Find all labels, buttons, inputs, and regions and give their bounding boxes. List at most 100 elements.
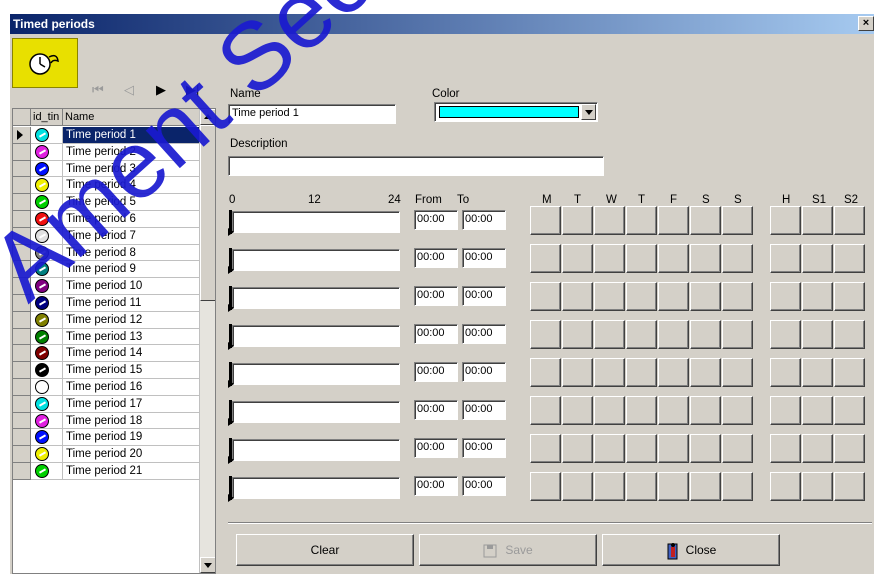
- to-time-input[interactable]: 00:00: [462, 324, 506, 344]
- to-time-input[interactable]: 00:00: [462, 286, 506, 306]
- slider-track[interactable]: [232, 439, 400, 461]
- from-time-input[interactable]: 00:00: [414, 362, 458, 382]
- slider-handle[interactable]: [228, 210, 234, 236]
- special-day-toggle-button[interactable]: [802, 396, 833, 425]
- row-indicator[interactable]: [13, 227, 31, 245]
- row-indicator[interactable]: [13, 194, 31, 211]
- time-range-slider[interactable]: [228, 286, 400, 312]
- grid-row[interactable]: Time period 19: [13, 429, 199, 447]
- grid-row[interactable]: Time period 18: [13, 412, 199, 430]
- day-toggle-button[interactable]: [562, 206, 593, 235]
- grid-row[interactable]: Time period 2: [13, 143, 199, 161]
- grid-row[interactable]: Time period 14: [13, 345, 199, 363]
- row-indicator[interactable]: [13, 446, 31, 463]
- grid-row[interactable]: Time period 9: [13, 261, 199, 279]
- day-toggle-button[interactable]: [562, 358, 593, 387]
- day-toggle-button[interactable]: [722, 472, 753, 501]
- day-toggle-button[interactable]: [530, 396, 561, 425]
- day-toggle-button[interactable]: [690, 320, 721, 349]
- special-day-toggle-button[interactable]: [770, 434, 801, 463]
- special-day-toggle-button[interactable]: [802, 434, 833, 463]
- grid-row[interactable]: Time period 5: [13, 194, 199, 211]
- row-indicator[interactable]: [13, 127, 31, 144]
- row-indicator[interactable]: [13, 177, 31, 195]
- to-time-input[interactable]: 00:00: [462, 362, 506, 382]
- from-time-input[interactable]: 00:00: [414, 324, 458, 344]
- slider-handle[interactable]: [228, 476, 234, 502]
- slider-handle[interactable]: [228, 362, 234, 388]
- grid-row[interactable]: Time period 21: [13, 463, 199, 480]
- row-indicator[interactable]: [13, 278, 31, 295]
- day-toggle-button[interactable]: [722, 282, 753, 311]
- row-indicator[interactable]: [13, 311, 31, 329]
- day-toggle-button[interactable]: [722, 434, 753, 463]
- day-toggle-button[interactable]: [690, 396, 721, 425]
- grid-row[interactable]: Time period 17: [13, 395, 199, 413]
- special-day-toggle-button[interactable]: [834, 434, 865, 463]
- row-indicator[interactable]: [13, 412, 31, 430]
- slider-track[interactable]: [232, 401, 400, 423]
- day-toggle-button[interactable]: [722, 396, 753, 425]
- day-toggle-button[interactable]: [722, 358, 753, 387]
- grid-row[interactable]: Time period 15: [13, 362, 199, 379]
- row-indicator[interactable]: [13, 160, 31, 178]
- special-day-toggle-button[interactable]: [802, 244, 833, 273]
- day-toggle-button[interactable]: [626, 434, 657, 463]
- row-indicator[interactable]: [13, 261, 31, 279]
- grid-row[interactable]: Time period 7: [13, 227, 199, 245]
- day-toggle-button[interactable]: [658, 206, 689, 235]
- special-day-toggle-button[interactable]: [802, 320, 833, 349]
- to-time-input[interactable]: 00:00: [462, 438, 506, 458]
- name-input[interactable]: Time period 1: [228, 104, 396, 124]
- special-day-toggle-button[interactable]: [802, 472, 833, 501]
- row-indicator[interactable]: [13, 328, 31, 346]
- day-toggle-button[interactable]: [658, 358, 689, 387]
- day-toggle-button[interactable]: [562, 472, 593, 501]
- special-day-toggle-button[interactable]: [770, 472, 801, 501]
- day-toggle-button[interactable]: [722, 320, 753, 349]
- day-toggle-button[interactable]: [626, 206, 657, 235]
- grid-row[interactable]: Time period 4: [13, 177, 199, 195]
- day-toggle-button[interactable]: [594, 206, 625, 235]
- day-toggle-button[interactable]: [626, 396, 657, 425]
- slider-track[interactable]: [232, 477, 400, 499]
- grid-row[interactable]: Time period 12: [13, 311, 199, 329]
- day-toggle-button[interactable]: [626, 320, 657, 349]
- to-time-input[interactable]: 00:00: [462, 476, 506, 496]
- day-toggle-button[interactable]: [658, 396, 689, 425]
- from-time-input[interactable]: 00:00: [414, 476, 458, 496]
- day-toggle-button[interactable]: [690, 244, 721, 273]
- special-day-toggle-button[interactable]: [770, 320, 801, 349]
- day-toggle-button[interactable]: [562, 434, 593, 463]
- day-toggle-button[interactable]: [530, 320, 561, 349]
- time-range-slider[interactable]: [228, 210, 400, 236]
- row-indicator[interactable]: [13, 295, 31, 312]
- scroll-thumb[interactable]: [200, 125, 215, 301]
- special-day-toggle-button[interactable]: [770, 282, 801, 311]
- from-time-input[interactable]: 00:00: [414, 400, 458, 420]
- day-toggle-button[interactable]: [562, 320, 593, 349]
- grid-row[interactable]: Time period 16: [13, 379, 199, 396]
- special-day-toggle-button[interactable]: [770, 206, 801, 235]
- day-toggle-button[interactable]: [690, 434, 721, 463]
- to-time-input[interactable]: 00:00: [462, 248, 506, 268]
- row-indicator[interactable]: [13, 143, 31, 161]
- row-indicator[interactable]: [13, 379, 31, 396]
- grid-scrollbar[interactable]: [199, 109, 215, 573]
- special-day-toggle-button[interactable]: [834, 358, 865, 387]
- to-time-input[interactable]: 00:00: [462, 400, 506, 420]
- day-toggle-button[interactable]: [594, 472, 625, 501]
- from-time-input[interactable]: 00:00: [414, 438, 458, 458]
- grid-col-id[interactable]: id_tin: [31, 109, 63, 126]
- time-range-slider[interactable]: [228, 248, 400, 274]
- from-time-input[interactable]: 00:00: [414, 248, 458, 268]
- row-indicator[interactable]: [13, 244, 31, 262]
- day-toggle-button[interactable]: [530, 282, 561, 311]
- row-indicator[interactable]: [13, 429, 31, 447]
- day-toggle-button[interactable]: [562, 244, 593, 273]
- special-day-toggle-button[interactable]: [834, 206, 865, 235]
- day-toggle-button[interactable]: [530, 206, 561, 235]
- day-toggle-button[interactable]: [690, 282, 721, 311]
- slider-handle[interactable]: [228, 324, 234, 350]
- special-day-toggle-button[interactable]: [770, 358, 801, 387]
